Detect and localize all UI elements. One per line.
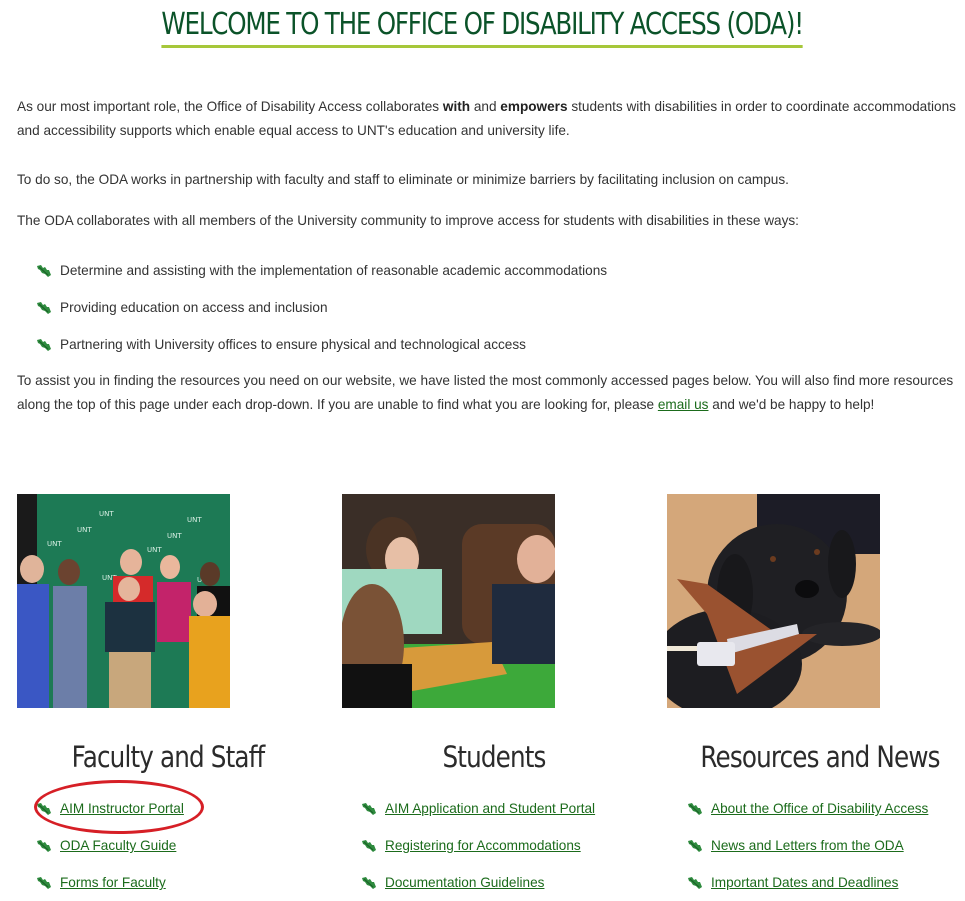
list-item: Documentation Guidelines: [361, 864, 595, 901]
resources-news-heading: Resources and News: [700, 740, 940, 774]
ways-list: Determine and assisting with the impleme…: [36, 252, 607, 363]
list-item-text: Providing education on access and inclus…: [60, 300, 328, 315]
list-item: About the Office of Disability Access: [687, 790, 928, 827]
list-item: Determine and assisting with the impleme…: [36, 252, 607, 289]
list-item: Partnering with University offices to en…: [36, 326, 607, 363]
aim-instructor-portal-link[interactable]: AIM Instructor Portal: [60, 801, 184, 816]
forms-for-faculty-link[interactable]: Forms for Faculty: [60, 875, 166, 890]
faculty-staff-links: AIM Instructor Portal ODA Faculty Guide …: [36, 790, 184, 901]
intro-text-1: As our most important role, the Office o…: [17, 99, 443, 114]
eagle-leaf-icon: [36, 802, 52, 816]
svg-text:UNT: UNT: [187, 516, 202, 524]
svg-text:UNT: UNT: [47, 540, 62, 548]
eagle-leaf-icon: [361, 839, 377, 853]
faculty-staff-heading: Faculty and Staff: [71, 740, 266, 774]
students-heading: Students: [442, 740, 546, 774]
list-item: ODA Faculty Guide: [36, 827, 184, 864]
oda-faculty-guide-link[interactable]: ODA Faculty Guide: [60, 838, 176, 853]
list-item: Registering for Accommodations: [361, 827, 595, 864]
intro-text-2: and: [470, 99, 501, 114]
about-oda-link[interactable]: About the Office of Disability Access: [711, 801, 928, 816]
intro-bold-empowers: empowers: [500, 99, 568, 114]
svg-text:UNT: UNT: [77, 526, 92, 534]
eagle-leaf-icon: [361, 876, 377, 890]
resources-paragraph: To assist you in finding the resources y…: [17, 369, 962, 417]
eagle-leaf-icon: [36, 839, 52, 853]
students-links: AIM Application and Student Portal Regis…: [361, 790, 595, 901]
resources-news-links: About the Office of Disability Access Ne…: [687, 790, 928, 901]
resources-news-image: [667, 494, 880, 708]
eagle-leaf-icon: [36, 876, 52, 890]
aim-application-link[interactable]: AIM Application and Student Portal: [385, 801, 595, 816]
eagle-leaf-icon: [687, 802, 703, 816]
list-item-text: Determine and assisting with the impleme…: [60, 263, 608, 278]
intro-bold-with: with: [442, 99, 471, 114]
svg-text:UNT: UNT: [99, 510, 114, 518]
registering-accommodations-link[interactable]: Registering for Accommodations: [385, 838, 581, 853]
title-wrap: WELCOME TO THE OFFICE OF DISABILITY ACCE…: [0, 0, 965, 48]
list-item: AIM Application and Student Portal: [361, 790, 595, 827]
list-item: News and Letters from the ODA: [687, 827, 928, 864]
eagle-leaf-icon: [36, 301, 52, 315]
news-letters-link[interactable]: News and Letters from the ODA: [711, 838, 904, 853]
faculty-staff-image: UNTUNTUNT UNTUNTUNT UNTUNT: [17, 494, 230, 708]
list-item: Important Dates and Deadlines: [687, 864, 928, 901]
svg-text:UNT: UNT: [167, 532, 182, 540]
list-item: Forms for Faculty: [36, 864, 184, 901]
important-dates-link[interactable]: Important Dates and Deadlines: [711, 875, 898, 890]
intro-paragraph: As our most important role, the Office o…: [17, 95, 962, 143]
partnership-paragraph: To do so, the ODA works in partnership w…: [17, 172, 789, 187]
eagle-leaf-icon: [36, 264, 52, 278]
email-us-link[interactable]: email us: [658, 397, 709, 412]
eagle-leaf-icon: [687, 839, 703, 853]
eagle-leaf-icon: [36, 338, 52, 352]
list-item: AIM Instructor Portal: [36, 790, 184, 827]
eagle-leaf-icon: [687, 876, 703, 890]
students-image: [342, 494, 555, 708]
page-title: WELCOME TO THE OFFICE OF DISABILITY ACCE…: [161, 6, 804, 48]
list-item-text: Partnering with University offices to en…: [60, 337, 526, 352]
svg-text:UNT: UNT: [147, 546, 162, 554]
collaboration-paragraph: The ODA collaborates with all members of…: [17, 213, 799, 228]
list-item: Providing education on access and inclus…: [36, 289, 607, 326]
documentation-guidelines-link[interactable]: Documentation Guidelines: [385, 875, 544, 890]
eagle-leaf-icon: [361, 802, 377, 816]
resources-text-2: and we'd be happy to help!: [708, 397, 875, 412]
